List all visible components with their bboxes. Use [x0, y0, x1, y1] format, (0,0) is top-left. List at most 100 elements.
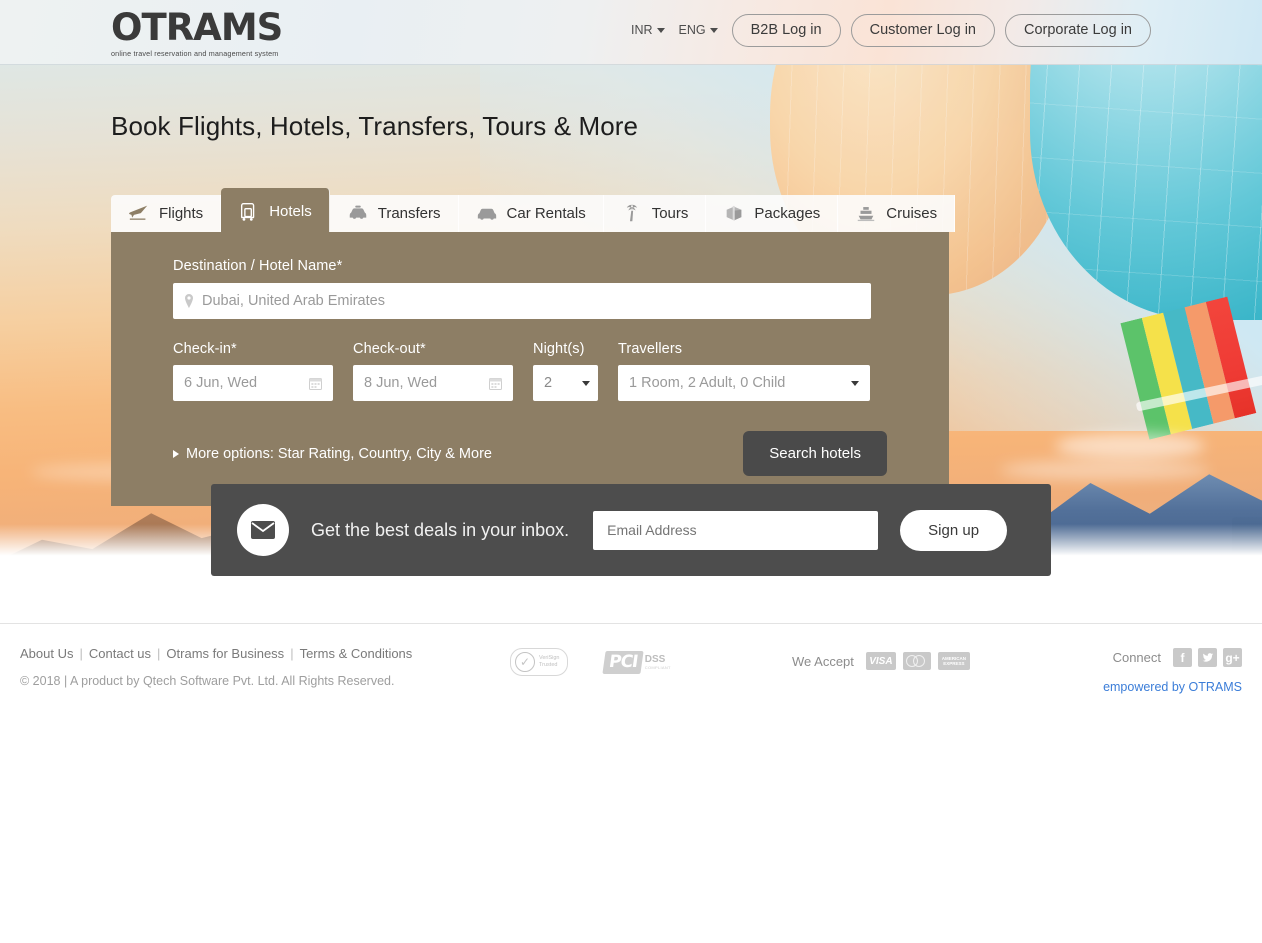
search-tabs: Flights Hotels Transfers Car Rentals Tou…	[111, 188, 1151, 232]
chevron-down-icon	[851, 380, 859, 386]
customer-login-button[interactable]: Customer Log in	[850, 14, 995, 47]
tab-packages[interactable]: Packages	[706, 195, 839, 232]
travellers-label: Travellers	[618, 341, 683, 357]
b2b-login-button[interactable]: B2B Log in	[731, 14, 841, 47]
checkin-input[interactable]: 6 Jun, Wed	[173, 365, 333, 401]
connect-label: Connect	[1112, 650, 1161, 665]
mastercard-card-icon	[902, 652, 931, 670]
hero-content: Book Flights, Hotels, Transfers, Tours &…	[111, 65, 1151, 506]
checkout-label: Check-out*	[353, 341, 426, 357]
destination-label: Destination / Hotel Name*	[173, 258, 343, 274]
currency-label: INR	[631, 23, 653, 38]
tab-transfers[interactable]: Transfers	[329, 195, 459, 232]
language-label: ENG	[678, 23, 706, 38]
payment-methods: We Accept VISA AMERICAN EXPRESS	[792, 652, 970, 670]
car-icon	[476, 202, 498, 224]
taxi-icon	[347, 202, 369, 224]
newsletter-bar: Get the best deals in your inbox. Sign u…	[211, 484, 1051, 576]
site-header: OTRAMS online travel reservation and man…	[0, 0, 1262, 65]
site-footer: About Us | Contact us | Otrams for Business |…	[0, 623, 1262, 743]
tab-label: Car Rentals	[506, 204, 586, 222]
twitter-icon[interactable]	[1198, 648, 1217, 667]
hotel-search-panel: Destination / Hotel Name* Dubai, United …	[111, 232, 949, 506]
pci-dss-title: DSS	[644, 653, 666, 665]
ship-icon	[855, 202, 877, 224]
logo-tagline: online travel reservation and management…	[111, 49, 279, 58]
tab-label: Flights	[159, 204, 204, 222]
email-input[interactable]	[593, 510, 879, 550]
chevron-down-icon	[709, 27, 718, 33]
calendar-icon	[309, 377, 322, 390]
destination-value: Dubai, United Arab Emirates	[202, 293, 385, 309]
checkin-value: 6 Jun, Wed	[184, 375, 258, 391]
nights-value: 2	[544, 375, 553, 391]
verisign-line2: Trusted	[539, 662, 558, 668]
footer-left: About Us | Contact us | Otrams for Business |…	[20, 646, 412, 688]
connect-section: Connect f g+ empowered by OTRAMS	[1103, 648, 1242, 694]
travellers-value: 1 Room, 2 Adult, 0 Child	[629, 375, 786, 391]
destination-input[interactable]: Dubai, United Arab Emirates	[173, 283, 871, 319]
checkin-field: Check-in* 6 Jun, Wed	[173, 341, 333, 401]
footer-link-terms-conditions[interactable]: Terms & Conditions	[300, 646, 413, 661]
footer-link-otrams-for-business[interactable]: Otrams for Business	[166, 646, 284, 661]
nights-select[interactable]: 2	[533, 365, 598, 401]
visa-card-icon: VISA	[865, 652, 896, 670]
tab-car-rentals[interactable]: Car Rentals	[458, 195, 604, 232]
chevron-down-icon	[582, 380, 590, 386]
otrams-logo[interactable]: OTRAMS online travel reservation and man…	[111, 6, 283, 59]
chevron-down-icon	[656, 27, 665, 33]
chevron-right-icon	[173, 449, 179, 458]
nights-label: Night(s)	[533, 341, 585, 357]
verisign-trusted-badge: ✓ VeriSign Trusted	[510, 648, 568, 676]
google-plus-icon[interactable]: g+	[1223, 648, 1242, 667]
checkmark-icon: ✓	[515, 652, 535, 672]
language-selector[interactable]: ENG	[679, 23, 718, 37]
tab-label: Packages	[754, 204, 821, 222]
copyright-text: © 2018 | A product by Qtech Software Pvt…	[20, 674, 395, 688]
we-accept-label: We Accept	[792, 653, 854, 669]
pci-dss-badge: PCI DSS COMPLIANT	[601, 650, 671, 674]
trust-badges: ✓ VeriSign Trusted PCI DSS COMPLIANT	[510, 648, 671, 676]
more-options-toggle[interactable]: More options: Star Rating, Country, City…	[173, 446, 492, 462]
checkout-input[interactable]: 8 Jun, Wed	[353, 365, 513, 401]
travellers-select[interactable]: 1 Room, 2 Adult, 0 Child	[618, 365, 870, 401]
newsletter-headline: Get the best deals in your inbox.	[311, 519, 570, 540]
pci-dss-subtitle: COMPLIANT	[644, 664, 671, 670]
amex-card-icon: AMERICAN EXPRESS	[937, 652, 970, 670]
tab-label: Transfers	[377, 204, 441, 222]
calendar-icon	[489, 377, 502, 390]
page-title: Book Flights, Hotels, Transfers, Tours &…	[111, 111, 639, 141]
footer-links: About Us | Contact us | Otrams for Business |…	[20, 646, 413, 661]
checkout-field: Check-out* 8 Jun, Wed	[353, 341, 513, 401]
tab-cruises[interactable]: Cruises	[838, 195, 956, 232]
travellers-field: Travellers 1 Room, 2 Adult, 0 Child	[618, 341, 870, 401]
footer-link-contact-us[interactable]: Contact us	[89, 646, 151, 661]
tab-tours[interactable]: Tours	[603, 195, 707, 232]
palm-tree-icon	[621, 202, 643, 224]
box-icon	[723, 202, 745, 224]
tab-flights[interactable]: Flights	[111, 195, 222, 232]
airplane-icon	[128, 202, 150, 224]
verisign-line1: VeriSign	[539, 655, 560, 661]
corporate-login-button[interactable]: Corporate Log in	[1004, 14, 1151, 47]
currency-selector[interactable]: INR	[631, 23, 665, 37]
checkin-label: Check-in*	[173, 341, 237, 357]
nights-field: Night(s) 2	[533, 341, 598, 401]
empowered-by-link[interactable]: empowered by OTRAMS	[1103, 680, 1242, 694]
tab-hotels[interactable]: Hotels	[221, 188, 330, 232]
more-options-label: More options: Star Rating, Country, City…	[186, 445, 492, 462]
tab-label: Tours	[651, 204, 689, 222]
signup-button[interactable]: Sign up	[900, 509, 1008, 551]
tab-label: Hotels	[269, 202, 312, 220]
pci-mark: PCI	[601, 650, 644, 674]
panel-footer-row: More options: Star Rating, Country, City…	[173, 431, 887, 476]
page-root: OTRAMS online travel reservation and man…	[0, 0, 1262, 943]
envelope-icon	[237, 504, 289, 556]
header-actions: INR ENG B2B Log in Customer Log in Corpo…	[631, 14, 1151, 47]
logo-wordmark: OTRAMS	[111, 6, 283, 49]
date-traveller-row: Check-in* 6 Jun, Wed Check-out* 8 Jun, W…	[173, 341, 887, 401]
search-hotels-button[interactable]: Search hotels	[743, 431, 887, 476]
facebook-icon[interactable]: f	[1173, 648, 1192, 667]
footer-link-about-us[interactable]: About Us	[20, 646, 73, 661]
luggage-cart-icon	[238, 200, 260, 222]
